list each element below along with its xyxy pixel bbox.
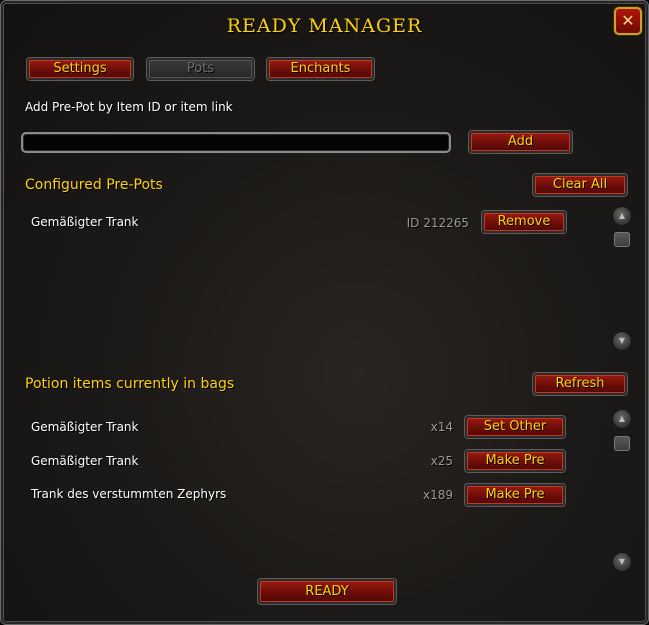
configured-scrollbar-thumb[interactable]: [614, 232, 630, 247]
bags-scroll-up-icon[interactable]: ▲: [613, 410, 631, 428]
tab-pots-label: Pots: [186, 61, 215, 76]
make-pre-label: Make Pre: [485, 487, 545, 502]
bag-item-name: Gemäßigter Trank: [31, 420, 139, 434]
refresh-label: Refresh: [555, 376, 605, 391]
add-button[interactable]: Add: [469, 131, 572, 153]
tab-settings-label: Settings: [53, 61, 107, 76]
add-button-label: Add: [507, 134, 534, 149]
tab-settings[interactable]: Settings: [27, 58, 133, 80]
tab-pots[interactable]: Pots: [147, 58, 254, 80]
configured-scroll-up-icon[interactable]: ▲: [613, 207, 631, 225]
remove-button[interactable]: Remove: [482, 211, 566, 233]
ready-button[interactable]: READY: [258, 579, 396, 604]
set-other-label: Set Other: [483, 419, 547, 434]
close-button[interactable]: ✕: [614, 7, 642, 35]
bag-item-name: Trank des verstummten Zephyrs: [31, 487, 227, 501]
scroll-down-glyph: ▼: [618, 336, 626, 345]
make-pre-label: Make Pre: [485, 453, 545, 468]
scroll-down-glyph: ▼: [618, 557, 626, 566]
make-pre-button[interactable]: Make Pre: [465, 484, 565, 506]
tab-enchants-label: Enchants: [290, 61, 351, 76]
ready-manager-window: READY MANAGER ✕ Settings Pots Enchants A…: [0, 0, 649, 625]
bags-scrollbar-thumb[interactable]: [614, 436, 630, 451]
add-prompt-label: Add Pre-Pot by Item ID or item link: [25, 100, 233, 114]
configured-scroll-down-icon[interactable]: ▼: [613, 332, 631, 350]
remove-button-label: Remove: [497, 214, 551, 229]
make-pre-button[interactable]: Make Pre: [465, 450, 565, 472]
set-other-button[interactable]: Set Other: [465, 416, 565, 438]
bag-item-count: x14: [430, 420, 453, 434]
configured-item-name: Gemäßigter Trank: [31, 215, 139, 229]
bag-item-count: x25: [430, 454, 453, 468]
bags-heading: Potion items currently in bags: [25, 376, 235, 392]
bag-item-name: Gemäßigter Trank: [31, 454, 139, 468]
close-icon: ✕: [621, 11, 635, 30]
clear-all-label: Clear All: [552, 177, 608, 192]
clear-all-button[interactable]: Clear All: [533, 174, 627, 196]
configured-heading: Configured Pre-Pots: [25, 177, 163, 193]
ready-button-label: READY: [305, 584, 349, 599]
scroll-up-glyph: ▲: [618, 211, 626, 220]
refresh-button[interactable]: Refresh: [533, 373, 627, 395]
bags-scroll-down-icon[interactable]: ▼: [613, 553, 631, 571]
bag-item-count: x189: [422, 488, 453, 502]
tab-enchants[interactable]: Enchants: [267, 58, 374, 80]
window-title: READY MANAGER: [226, 15, 423, 37]
configured-item-id: ID 212265: [406, 216, 469, 230]
scroll-up-glyph: ▲: [618, 414, 626, 423]
item-id-input[interactable]: [21, 132, 451, 153]
